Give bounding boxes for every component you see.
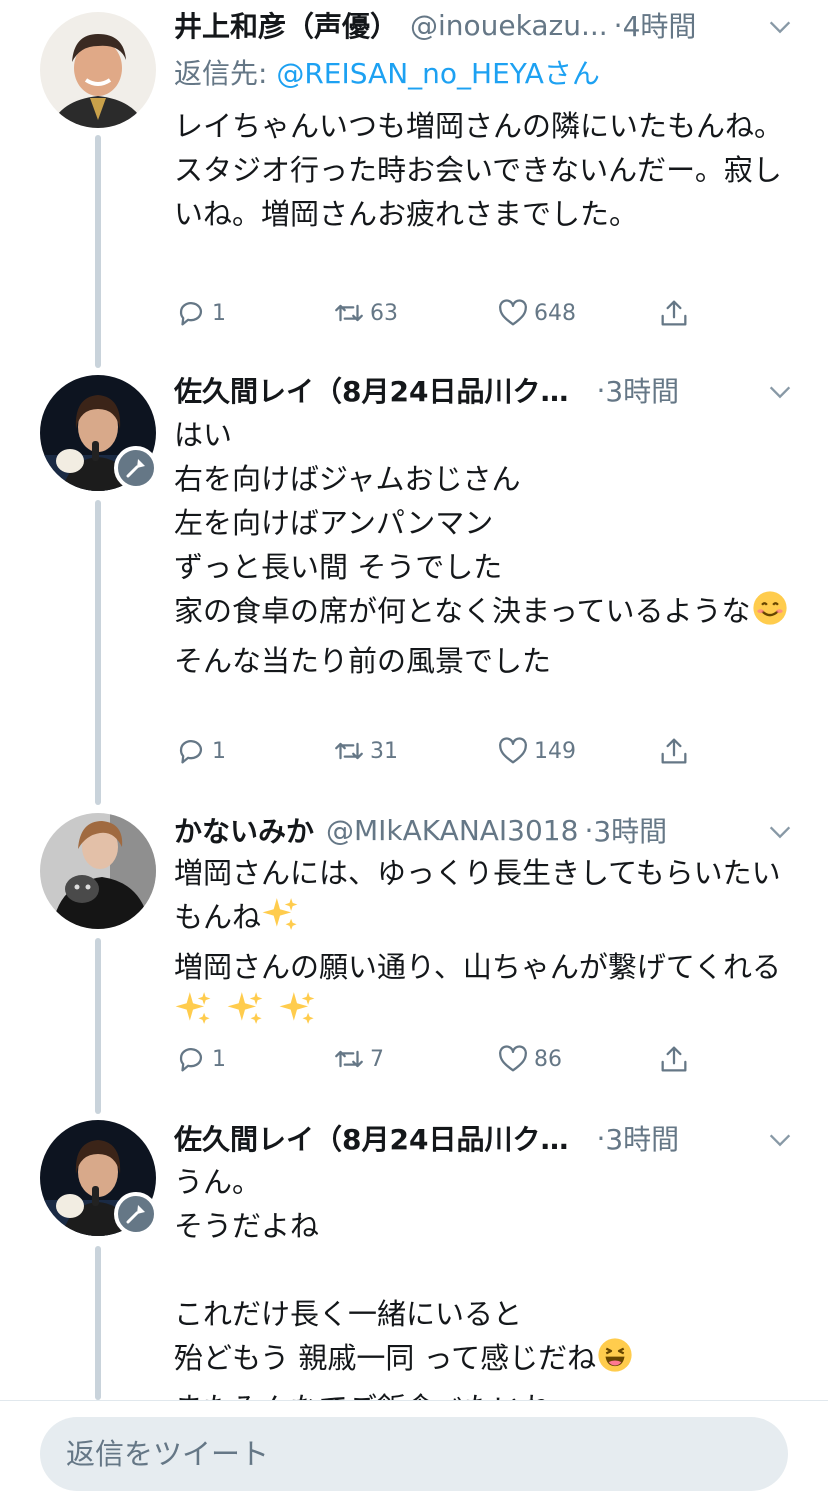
text-line: そうだよね	[174, 1209, 320, 1243]
sparkles-emoji-icon	[226, 989, 264, 1039]
timestamp[interactable]: 3時間	[593, 810, 667, 850]
text-line: 殆どもう 親戚一同 って感じだね	[174, 1336, 794, 1386]
like-count: 86	[534, 1046, 562, 1072]
retweet-icon	[335, 1050, 363, 1068]
timestamp[interactable]: 4時間	[623, 5, 697, 45]
tweet[interactable]: 佐久間レイ（8月24日品川ク… · 3時間 うん。 そうだよね これだけ長く一緒…	[0, 1118, 828, 1400]
reply-context: 返信先: @REISAN_no_HEYAさん	[174, 52, 600, 92]
tweet-text: レイちゃんいつも増岡さんの隣にいたもんね。スタジオ行った時お会いできないんだー。…	[174, 109, 784, 231]
sparkles-emoji-icon	[174, 989, 212, 1039]
text-line: 増岡さんには、ゆっくり長生きしてもらいたいもんね	[174, 851, 794, 945]
reply-button[interactable]: 1	[174, 731, 226, 771]
like-button[interactable]: 149	[496, 731, 576, 771]
chevron-down-icon[interactable]	[766, 378, 794, 406]
reply-button[interactable]: 1	[174, 293, 226, 333]
sparkles-emoji-icon	[261, 895, 299, 945]
share-button[interactable]	[657, 731, 691, 771]
chevron-down-icon[interactable]	[766, 818, 794, 846]
text-line: はい	[174, 418, 233, 452]
display-name[interactable]: 佐久間レイ（8月24日品川ク…	[174, 1118, 568, 1158]
heart-icon	[499, 299, 527, 326]
separator-dot: ·	[584, 813, 594, 847]
timestamp[interactable]: 3時間	[605, 1118, 679, 1158]
reply-label: 返信先:	[174, 57, 277, 90]
reply-count: 1	[212, 1046, 226, 1072]
share-icon	[661, 300, 687, 326]
text-line: 左を向けばアンパンマン	[174, 506, 494, 540]
text-line: 家の食卓の席が何となく決まっているような	[174, 589, 794, 639]
share-icon	[661, 1046, 687, 1072]
microphone-icon	[126, 1205, 145, 1224]
tweet-actions: 1 7 86	[174, 1039, 714, 1079]
reply-count: 1	[212, 738, 226, 764]
like-button[interactable]: 648	[496, 293, 576, 333]
avatar[interactable]	[40, 12, 156, 128]
reply-icon	[179, 1048, 203, 1072]
display-name[interactable]: 佐久間レイ（8月24日品川ク…	[174, 370, 568, 410]
reply-icon	[179, 302, 203, 326]
chevron-down-icon[interactable]	[766, 1126, 794, 1154]
reply-compose-bar: 返信をツイート	[0, 1400, 828, 1499]
separator-dot: ·	[613, 8, 623, 42]
tweet-actions: 1 63 648	[174, 293, 714, 333]
tweet[interactable]: 井上和彦（声優） @inouekazu... · 4時間 返信先: @REISA…	[0, 0, 828, 370]
reply-compose-input[interactable]: 返信をツイート	[40, 1417, 788, 1491]
tweet[interactable]: 佐久間レイ（8月24日品川ク… · 3時間 はい 右を向けばジャムおじさん 左を…	[0, 370, 828, 810]
retweet-icon	[335, 304, 363, 322]
timestamp[interactable]: 3時間	[605, 370, 679, 410]
text-line: 増岡さんの願い通り、山ちゃんが繋げてくれる	[174, 945, 794, 1039]
smile-emoji-icon	[751, 589, 789, 639]
tweet-text: 増岡さんには、ゆっくり長生きしてもらいたいもんね 増岡さんの願い通り、山ちゃんが…	[174, 851, 794, 1039]
microphone-icon	[126, 459, 145, 478]
reply-button[interactable]: 1	[174, 1039, 226, 1079]
text-segment: 増岡さんの願い通り、山ちゃんが繋げてくれる	[174, 950, 781, 984]
tweet-text: はい 右を向けばジャムおじさん 左を向けばアンパンマン ずっと長い間 そうでした…	[174, 413, 794, 683]
retweet-button[interactable]: 63	[332, 293, 398, 333]
like-button[interactable]: 86	[496, 1039, 562, 1079]
text-segment: 殆どもう 親戚一同 って感じだね	[174, 1341, 597, 1375]
like-count: 149	[534, 738, 576, 764]
display-name[interactable]: かないみか	[174, 810, 314, 850]
retweet-count: 63	[370, 300, 398, 326]
text-line: またみんなでご飯食べたいね	[174, 1386, 794, 1400]
tweet[interactable]: かないみか @MIkAKANAI3018 · 3時間 増岡さんには、ゆっくり長生…	[0, 810, 828, 1118]
heart-icon	[499, 737, 527, 764]
reply-mention-link[interactable]: @REISAN_no_HEYAさん	[276, 57, 600, 90]
like-count: 648	[534, 300, 576, 326]
retweet-icon	[335, 742, 363, 760]
share-icon	[661, 738, 687, 764]
microphone-badge	[114, 446, 158, 490]
heart-icon	[499, 1045, 527, 1072]
retweet-count: 7	[370, 1046, 384, 1072]
share-button[interactable]	[657, 1039, 691, 1079]
reply-count: 1	[212, 300, 226, 326]
text-line: うん。	[174, 1165, 262, 1199]
text-line: ずっと長い間 そうでした	[174, 550, 503, 584]
chevron-down-icon[interactable]	[766, 13, 794, 41]
user-handle[interactable]: @inouekazu...	[410, 9, 608, 42]
text-line	[174, 1248, 794, 1292]
text-line: これだけ長く一緒にいると	[174, 1297, 523, 1331]
reply-icon	[179, 740, 203, 764]
share-button[interactable]	[657, 293, 691, 333]
retweet-count: 31	[370, 738, 398, 764]
microphone-badge	[114, 1192, 158, 1236]
retweet-button[interactable]: 31	[332, 731, 398, 771]
separator-dot: ·	[596, 1121, 606, 1155]
laughing-emoji-icon	[596, 1336, 634, 1386]
text-line: そんな当たり前の風景でした	[174, 644, 552, 678]
tweet-text: うん。 そうだよね これだけ長く一緒にいると 殆どもう 親戚一同 って感じだね …	[174, 1160, 794, 1400]
user-handle[interactable]: @MIkAKANAI3018	[326, 814, 578, 847]
retweet-button[interactable]: 7	[332, 1039, 384, 1079]
text-line: 右を向けばジャムおじさん	[174, 462, 521, 496]
tweet-actions: 1 31 149	[174, 731, 714, 771]
avatar[interactable]	[40, 813, 156, 929]
display-name[interactable]: 井上和彦（声優）	[174, 5, 398, 45]
text-segment: 家の食卓の席が何となく決まっているような	[174, 594, 751, 628]
sparkles-emoji-icon	[278, 989, 316, 1039]
separator-dot: ·	[596, 373, 606, 407]
